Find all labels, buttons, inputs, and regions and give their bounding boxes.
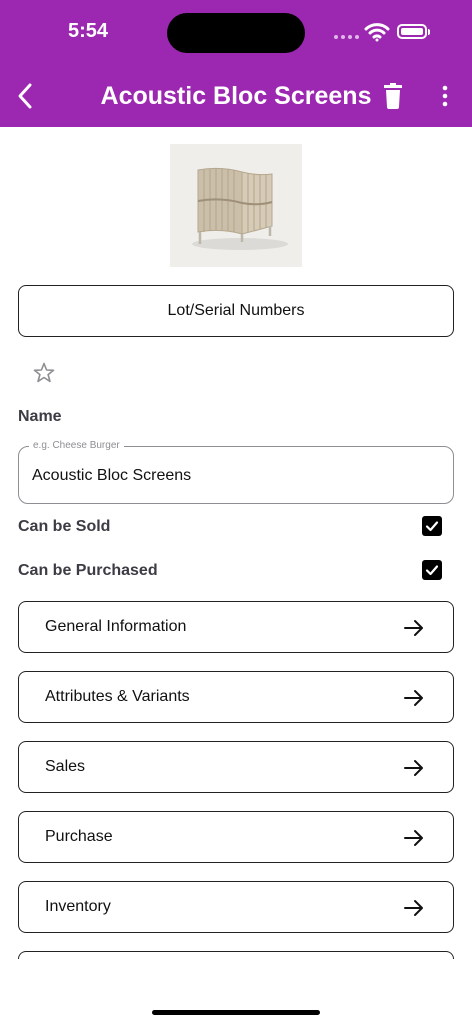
home-indicator[interactable] xyxy=(152,1010,320,1015)
name-field-value: Acoustic Bloc Screens xyxy=(32,467,192,484)
can-be-sold-label: Can be Sold xyxy=(18,518,111,535)
arrow-right-icon xyxy=(404,690,423,706)
checkmark-icon xyxy=(425,521,439,532)
star-icon[interactable] xyxy=(32,361,56,385)
general-information-label: General Information xyxy=(45,618,187,635)
name-label: Name xyxy=(18,408,62,425)
purchase-button[interactable]: Purchase xyxy=(18,811,454,863)
partial-section-button[interactable] xyxy=(18,951,454,959)
battery-icon xyxy=(397,24,430,39)
sales-button[interactable]: Sales xyxy=(18,741,454,793)
cellular-signal-icon xyxy=(334,35,359,39)
sales-label: Sales xyxy=(45,758,86,775)
arrow-right-icon xyxy=(404,900,423,916)
general-information-button[interactable]: General Information xyxy=(18,601,454,653)
attributes-variants-label: Attributes & Variants xyxy=(45,688,190,705)
checkmark-icon xyxy=(425,565,439,576)
purchase-label: Purchase xyxy=(45,828,113,845)
product-image[interactable] xyxy=(170,144,302,267)
arrow-right-icon xyxy=(404,620,423,636)
name-field-hint: e.g. Cheese Burger xyxy=(29,440,124,452)
delete-button[interactable] xyxy=(380,82,406,110)
attributes-variants-button[interactable]: Attributes & Variants xyxy=(18,671,454,723)
name-field[interactable]: e.g. Cheese Burger Acoustic Bloc Screens xyxy=(18,440,454,504)
dynamic-island xyxy=(167,13,305,53)
status-time: 5:54 xyxy=(68,20,109,42)
inventory-button[interactable]: Inventory xyxy=(18,881,454,933)
more-options-button[interactable] xyxy=(434,82,456,110)
app-header: 5:54 Acoustic Bloc Screens xyxy=(0,0,472,127)
can-be-sold-checkbox[interactable] xyxy=(422,516,442,536)
can-be-purchased-checkbox[interactable] xyxy=(422,560,442,580)
lot-serial-numbers-button[interactable]: Lot/Serial Numbers xyxy=(18,285,454,337)
arrow-right-icon xyxy=(404,830,423,846)
inventory-label: Inventory xyxy=(45,898,111,915)
wifi-icon xyxy=(364,23,390,42)
can-be-purchased-label: Can be Purchased xyxy=(18,562,158,579)
arrow-right-icon xyxy=(404,760,423,776)
